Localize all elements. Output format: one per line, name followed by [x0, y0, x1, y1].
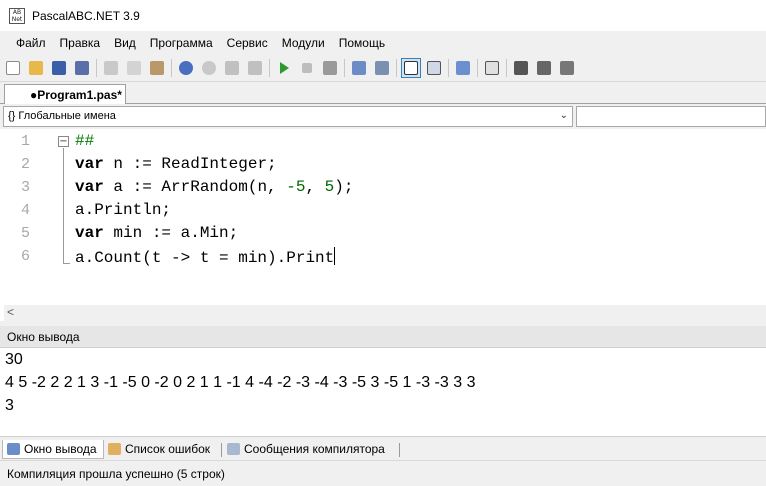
text-caret: [334, 247, 336, 265]
navigate-back-icon[interactable]: [222, 58, 242, 78]
output-window-icon: [7, 443, 20, 455]
tab-error-list[interactable]: Список ошибок: [104, 440, 216, 459]
chevron-down-icon[interactable]: ⌄: [560, 110, 568, 121]
member-dropdown[interactable]: [576, 106, 766, 127]
tab-compiler-messages[interactable]: Сообщения компилятора: [223, 440, 391, 459]
scope-bar: {} Глобальные имена ⌄: [0, 104, 766, 129]
properties-icon[interactable]: [453, 58, 473, 78]
open-folder-icon[interactable]: [26, 58, 46, 78]
code-line: ##: [75, 132, 95, 150]
toolbar: [0, 54, 766, 82]
line-number: 6: [21, 248, 31, 265]
toolbar-separator: [171, 58, 172, 77]
code-line: var a := ArrRandom(n, -5, 5);: [75, 178, 354, 196]
editor-horizontal-scrollbar[interactable]: <: [4, 305, 766, 321]
toolbar-separator: [344, 58, 345, 77]
menu-modules[interactable]: Модули: [275, 36, 332, 50]
tool-2-icon[interactable]: [534, 58, 554, 78]
navigate-forward-icon[interactable]: [245, 58, 265, 78]
debug-step-over-icon[interactable]: [372, 58, 392, 78]
compiler-messages-icon: [227, 443, 240, 455]
toolbar-separator: [269, 58, 270, 77]
menu-service[interactable]: Сервис: [220, 36, 275, 50]
window-title: PascalABC.NET 3.9: [32, 8, 140, 23]
editor-tab-strip: ●Program1.pas*: [0, 82, 766, 105]
line-number: 5: [21, 225, 31, 242]
tool-1-icon[interactable]: [511, 58, 531, 78]
form-designer-icon[interactable]: [424, 58, 444, 78]
toolbar-separator: [448, 58, 449, 77]
output-panel-header: Окно вывода: [0, 326, 766, 348]
console-output-icon[interactable]: [401, 57, 421, 78]
line-number: 1: [21, 133, 31, 150]
fold-guide-end: [63, 263, 70, 264]
tab-program1[interactable]: ●Program1.pas*: [4, 84, 126, 105]
menu-help[interactable]: Помощь: [332, 36, 392, 50]
menu-view[interactable]: Вид: [107, 36, 143, 50]
toolbar-separator: [396, 58, 397, 77]
save-all-icon[interactable]: [72, 58, 92, 78]
toolbar-separator: [96, 58, 97, 77]
save-icon[interactable]: [49, 58, 69, 78]
toolbar-separator: [506, 58, 507, 77]
tab-error-list-label: Список ошибок: [125, 442, 211, 456]
line-gutter: 1 2 3 4 5 6: [4, 129, 38, 305]
code-line: var n := ReadInteger;: [75, 155, 277, 173]
menu-bar: Файл Правка Вид Программа Сервис Модули …: [0, 31, 766, 54]
paste-icon[interactable]: [147, 58, 167, 78]
tool-3-icon[interactable]: [557, 58, 577, 78]
run-icon[interactable]: [274, 58, 294, 78]
bottom-panel-tabs: Окно вывода Список ошибок Сообщения комп…: [0, 436, 766, 460]
line-number: 4: [21, 202, 31, 219]
scroll-left-icon[interactable]: <: [7, 305, 14, 319]
line-number: 3: [21, 179, 31, 196]
redo-icon[interactable]: [199, 58, 219, 78]
braces-icon: {}: [8, 110, 16, 122]
line-number: 2: [21, 156, 31, 173]
tab-output-window-label: Окно вывода: [24, 442, 97, 456]
error-list-icon: [108, 443, 121, 455]
tab-separator: [399, 443, 400, 457]
menu-edit[interactable]: Правка: [53, 36, 108, 50]
code-editor[interactable]: 1 2 3 4 5 6 − ## var n := ReadInteger; v…: [4, 129, 766, 305]
debug-step-into-icon[interactable]: [349, 58, 369, 78]
scope-value: Глобальные имена: [18, 110, 116, 122]
code-templates-icon[interactable]: [482, 58, 502, 78]
output-line: 3: [5, 397, 14, 414]
output-panel[interactable]: 30 4 5 -2 2 2 1 3 -1 -5 0 -2 0 2 1 1 -1 …: [0, 348, 766, 436]
cut-icon[interactable]: [101, 58, 121, 78]
tab-compiler-messages-label: Сообщения компилятора: [244, 442, 385, 456]
fold-toggle-icon[interactable]: −: [58, 136, 69, 147]
tab-output-window[interactable]: Окно вывода: [2, 440, 104, 459]
code-line: a.Count(t -> t = min).Print: [75, 247, 336, 267]
compile-icon[interactable]: [320, 58, 340, 78]
copy-icon[interactable]: [124, 58, 144, 78]
pascalabc-app-icon: AB Net: [9, 7, 25, 24]
new-file-icon[interactable]: [3, 58, 23, 78]
toolbar-separator: [477, 58, 478, 77]
undo-icon[interactable]: [176, 58, 196, 78]
code-line: a.Println;: [75, 201, 172, 219]
stop-icon[interactable]: [297, 58, 317, 78]
output-line: 4 5 -2 2 2 1 3 -1 -5 0 -2 0 2 1 1 -1 4 -…: [5, 374, 476, 391]
menu-file[interactable]: Файл: [9, 36, 53, 50]
fold-guide: [63, 148, 64, 264]
scope-dropdown[interactable]: {} Глобальные имена ⌄: [3, 106, 573, 127]
tab-separator: [221, 443, 222, 457]
code-line: var min := a.Min;: [75, 224, 239, 242]
status-bar: Компиляция прошла успешно (5 строк): [0, 460, 766, 486]
menu-program[interactable]: Программа: [143, 36, 220, 50]
title-bar: AB Net PascalABC.NET 3.9: [0, 0, 766, 31]
output-line: 30: [5, 351, 23, 368]
